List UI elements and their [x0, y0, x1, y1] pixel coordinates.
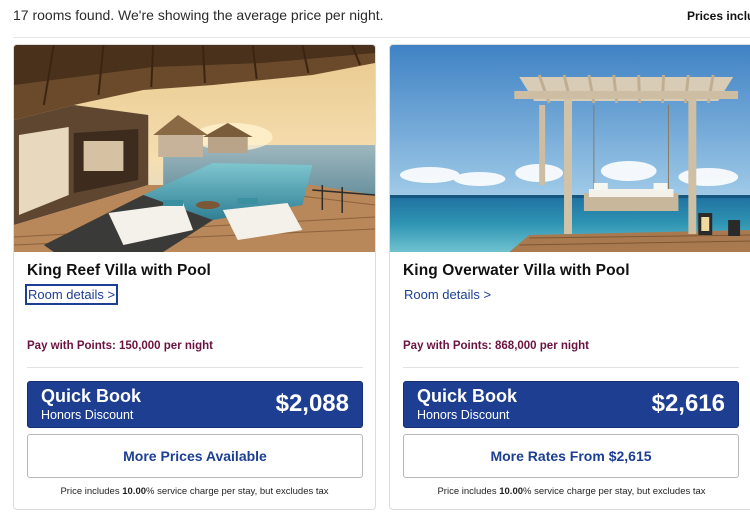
room-name: King Overwater Villa with Pool: [403, 262, 630, 279]
room-details-link[interactable]: Room details >: [24, 284, 119, 305]
pool-villa-image: [14, 45, 375, 252]
room-details-link[interactable]: Room details >: [403, 286, 492, 303]
room-card-king-reef-villa: King Reef Villa with Pool Room details >…: [13, 44, 376, 510]
prices-include-note: Prices include: [687, 9, 750, 23]
quick-book-button[interactable]: Quick Book Honors Discount $2,616: [403, 381, 739, 428]
room-photo[interactable]: [390, 45, 750, 252]
more-rates-button[interactable]: More Rates From $2,615: [403, 434, 739, 478]
disclaimer-suffix: % service charge per stay, but excludes …: [146, 486, 329, 497]
price-disclaimer: Price includes 10.00% service charge per…: [14, 486, 375, 497]
quick-book-label: Quick Book: [41, 386, 142, 406]
quick-book-label: Quick Book: [417, 386, 518, 406]
points-price: Pay with Points: 868,000 per night: [403, 340, 589, 352]
service-charge-rate: 10.00: [499, 486, 524, 497]
nightly-price: $2,616: [651, 390, 725, 417]
price-disclaimer: Price includes 10.00% service charge per…: [390, 486, 750, 497]
overwater-pergola-image: [390, 45, 750, 252]
rate-type-label: Honors Discount: [417, 408, 510, 422]
more-prices-button[interactable]: More Prices Available: [27, 434, 363, 478]
results-summary: 17 rooms found. We're showing the averag…: [13, 7, 384, 23]
card-divider: [403, 367, 739, 368]
room-photo[interactable]: [14, 45, 375, 252]
points-price: Pay with Points: 150,000 per night: [27, 340, 213, 352]
disclaimer-prefix: Price includes: [437, 486, 500, 497]
quick-book-button[interactable]: Quick Book Honors Discount $2,088: [27, 381, 363, 428]
nightly-price: $2,088: [275, 390, 349, 417]
header-divider: [13, 37, 750, 38]
disclaimer-suffix: % service charge per stay, but excludes …: [523, 486, 706, 497]
card-divider: [27, 367, 363, 368]
disclaimer-prefix: Price includes: [60, 486, 123, 497]
rate-type-label: Honors Discount: [41, 408, 134, 422]
results-header: 17 rooms found. We're showing the averag…: [0, 0, 750, 30]
room-card-king-overwater-villa: King Overwater Villa with Pool Room deta…: [389, 44, 750, 510]
service-charge-rate: 10.00: [122, 486, 147, 497]
room-name: King Reef Villa with Pool: [27, 262, 211, 279]
